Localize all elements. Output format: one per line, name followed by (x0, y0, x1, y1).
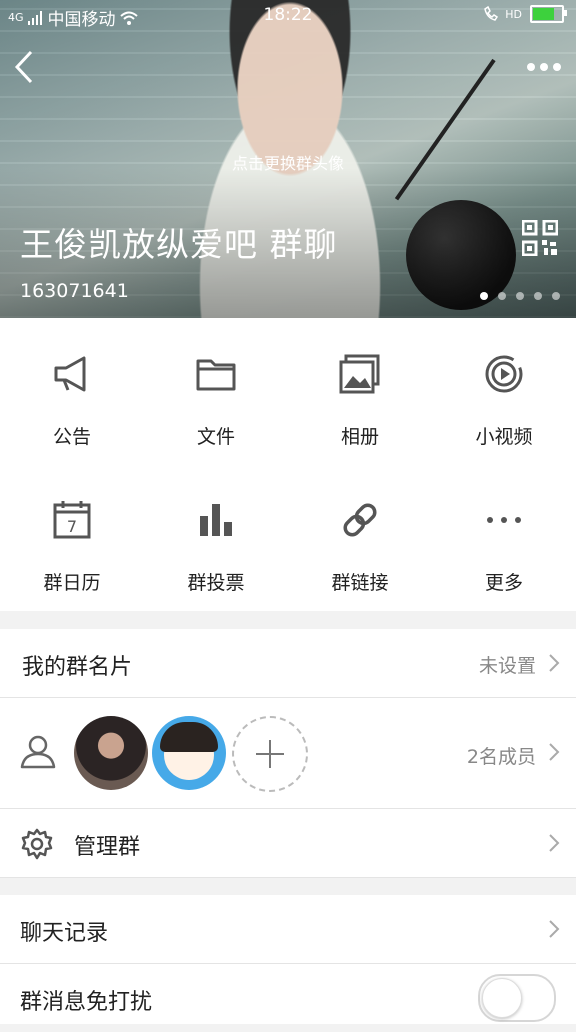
feature-announcement[interactable]: 公告 (0, 318, 144, 464)
chat-history-row[interactable]: 聊天记录 (0, 895, 576, 964)
gear-icon (21, 828, 53, 860)
chevron-right-icon (549, 654, 560, 672)
change-avatar-hint[interactable]: 点击更换群头像 (0, 150, 576, 174)
more-options-icon[interactable] (526, 58, 562, 76)
carousel-dot[interactable] (516, 292, 524, 300)
mute-title: 群消息免打扰 (20, 990, 153, 1015)
mute-toggle[interactable] (478, 974, 556, 1022)
play-circle-icon (485, 355, 523, 393)
group-card-row[interactable]: 我的群名片 未设置 (0, 629, 576, 698)
feature-short-video[interactable]: 小视频 (432, 318, 576, 464)
feature-grid: 公告 文件 相册 小视频 7 群日历 群投票 群链接 更多 (0, 318, 576, 611)
link-icon (343, 503, 377, 537)
group-header: 4G 中国移动 18:22 HD 点击更换群头像 王俊凯放纵爱吧 群聊 1630… (0, 0, 576, 318)
chat-history-title: 聊天记录 (20, 921, 109, 946)
carousel-dot[interactable] (534, 292, 542, 300)
member-avatar[interactable] (74, 716, 148, 790)
add-member-button[interactable] (232, 716, 308, 792)
chat-settings-section: 聊天记录 群消息免打扰 (0, 895, 576, 1024)
group-card-title: 我的群名片 (22, 655, 133, 680)
chevron-right-icon (549, 920, 560, 938)
manage-group-row[interactable]: 管理群 (0, 809, 576, 878)
battery-icon (530, 5, 567, 23)
hd-badge: HD (505, 7, 522, 21)
calendar-icon: 7 (53, 501, 91, 539)
carousel-dot[interactable] (480, 292, 488, 300)
chevron-right-icon (549, 743, 560, 761)
carousel-dots (480, 292, 560, 300)
members-row[interactable]: 2名成员 (0, 698, 576, 809)
more-icon (487, 517, 521, 523)
carousel-dot[interactable] (552, 292, 560, 300)
bar-chart-icon (200, 504, 232, 536)
call-hd-icon (484, 6, 499, 21)
carousel-dot[interactable] (498, 292, 506, 300)
manage-group-title: 管理群 (74, 835, 141, 860)
status-bar: 4G 中国移动 18:22 HD (0, 0, 576, 30)
svg-text:7: 7 (67, 517, 77, 536)
qr-code-icon[interactable] (522, 220, 558, 256)
feature-more[interactable]: 更多 (432, 464, 576, 611)
chevron-right-icon (549, 834, 560, 852)
folder-icon (196, 359, 236, 391)
feature-vote[interactable]: 群投票 (144, 464, 288, 611)
feature-calendar[interactable]: 7 群日历 (0, 464, 144, 611)
member-avatar[interactable] (152, 716, 226, 790)
member-icon (20, 735, 56, 769)
feature-files[interactable]: 文件 (144, 318, 288, 464)
group-id: 163071641 (20, 280, 129, 302)
mute-row: 群消息免打扰 (0, 964, 576, 1032)
back-arrow-icon[interactable] (14, 50, 34, 84)
group-info-section: 我的群名片 未设置 2名成员 管理群 (0, 629, 576, 878)
group-name: 王俊凯放纵爱吧 群聊 (20, 225, 338, 264)
member-count: 2名成员 (466, 746, 536, 768)
feature-group-link[interactable]: 群链接 (288, 464, 432, 611)
feature-album[interactable]: 相册 (288, 318, 432, 464)
group-card-value: 未设置 (478, 655, 536, 677)
photo-album-icon (339, 354, 380, 394)
megaphone-icon (54, 356, 86, 392)
